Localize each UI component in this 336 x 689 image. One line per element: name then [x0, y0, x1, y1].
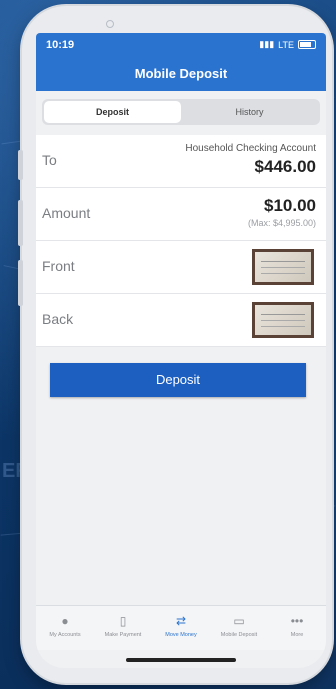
tab-bar: ● My Accounts ▯ Make Payment ⇄ Move Mone… [36, 605, 326, 650]
front-image-row[interactable]: Front [36, 241, 326, 294]
amount-value[interactable]: $10.00 [264, 196, 316, 216]
tab-move-money[interactable]: ⇄ Move Money [152, 606, 210, 650]
status-time: 10:19 [46, 39, 75, 51]
home-indicator [126, 658, 236, 662]
front-check-thumbnail[interactable] [252, 249, 314, 285]
amount-label: Amount [42, 205, 91, 221]
tab-more[interactable]: ••• More [268, 606, 326, 650]
check-icon: ▭ [233, 614, 245, 628]
app-screen: 10:19 ▮▮▮ LTE Mobile Deposit Deposit His… [36, 33, 326, 668]
amount-max: (Max: $4,995.00) [247, 218, 316, 228]
tab-label: More [290, 632, 304, 638]
front-label: Front [42, 258, 75, 274]
camera-icon [106, 20, 114, 28]
status-bar: 10:19 ▮▮▮ LTE [36, 33, 326, 59]
phone-side-button [18, 200, 23, 246]
phone-side-button [18, 150, 23, 180]
tab-make-payment[interactable]: ▯ Make Payment [94, 606, 152, 650]
tab-label: Move Money [165, 632, 197, 638]
to-label: To [42, 152, 57, 168]
back-label: Back [42, 311, 74, 327]
back-image-row[interactable]: Back [36, 294, 326, 347]
deposit-form: To Household Checking Account $446.00 Am… [36, 135, 326, 347]
deposit-button[interactable]: Deposit [50, 363, 306, 397]
tab-label: My Accounts [49, 632, 81, 638]
more-icon: ••• [290, 614, 304, 628]
amount-row[interactable]: Amount $10.00 (Max: $4,995.00) [36, 188, 326, 241]
transfer-icon: ⇄ [175, 614, 187, 628]
account-balance: $446.00 [254, 157, 316, 176]
battery-icon [298, 40, 316, 49]
tab-label: Make Payment [104, 632, 142, 638]
receipt-icon: ▯ [119, 614, 127, 628]
tab-mobile-deposit[interactable]: ▭ Mobile Deposit [210, 606, 268, 650]
to-account-row[interactable]: To Household Checking Account $446.00 [36, 135, 326, 188]
tab-my-accounts[interactable]: ● My Accounts [36, 606, 94, 650]
signal-icon: ▮▮▮ [259, 39, 275, 49]
account-name: Household Checking Account [185, 143, 316, 154]
status-indicators: ▮▮▮ LTE [259, 39, 316, 50]
tab-history[interactable]: History [181, 101, 318, 123]
back-check-thumbnail[interactable] [252, 302, 314, 338]
phone-side-button [18, 260, 23, 306]
dollar-icon: ● [61, 614, 69, 628]
network-label: LTE [278, 39, 294, 50]
tab-label: Mobile Deposit [220, 632, 258, 638]
tab-deposit[interactable]: Deposit [44, 101, 181, 123]
segmented-control: Deposit History [42, 99, 320, 125]
nav-title: Mobile Deposit [36, 59, 326, 91]
